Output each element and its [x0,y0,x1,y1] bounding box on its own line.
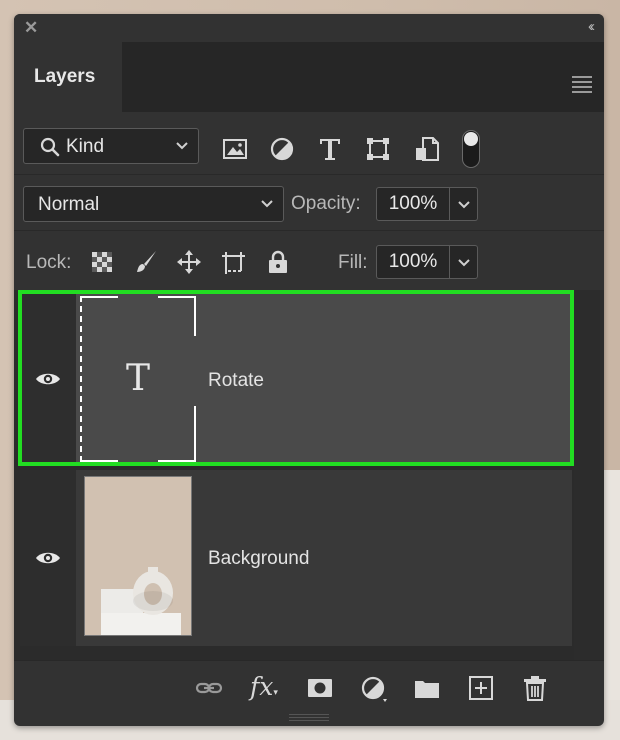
chevron-down-icon [458,259,470,267]
chevron-down-icon [261,200,273,208]
layer-visibility-toggle[interactable] [20,292,76,466]
blend-mode-label: Normal [38,194,100,215]
eye-icon [36,552,60,564]
blend-row: Normal Opacity: 100% [14,174,604,231]
vase-image [85,477,191,635]
resize-grip[interactable] [289,714,329,722]
lock-artboard-icon[interactable] [221,249,247,275]
background-layer-thumbnail [84,476,192,636]
link-layers-icon[interactable] [194,673,224,703]
type-layer-icon: T [125,358,150,399]
eye-icon [36,373,60,385]
lock-transparent-icon[interactable] [89,249,115,275]
lock-position-icon[interactable] [176,249,202,275]
text-layer-thumbnail: T [80,296,196,462]
lock-image-icon[interactable] [134,249,160,275]
layer-name[interactable]: Rotate [208,370,264,392]
layers-panel: ✕ ‹‹ Layers Kind Normal Opacity: 100% Lo… [14,14,604,726]
image-filter-icon[interactable] [222,136,248,162]
layer-list-scrollbar[interactable] [574,290,604,676]
tab-layers[interactable]: Layers [14,42,122,112]
type-filter-icon[interactable] [317,136,343,162]
fill-dropdown[interactable] [450,245,478,279]
fx-icon[interactable]: fx▾ [250,673,286,703]
hamburger-icon[interactable] [572,76,592,96]
shape-filter-icon[interactable] [365,136,391,162]
fill-field[interactable]: 100% [376,245,450,279]
layer-list: T Rotate Background [14,290,604,676]
blend-mode-dropdown[interactable]: Normal [23,186,284,222]
lock-row: Lock: Fill: 100% [14,230,604,291]
adjustment-filter-icon[interactable] [269,136,295,162]
chevron-down-icon [176,142,188,150]
opacity-label: Opacity: [291,193,361,214]
lock-all-icon[interactable] [265,249,291,275]
filter-toggle[interactable] [462,130,480,168]
add-mask-icon[interactable] [305,673,335,703]
close-panel-icon[interactable]: ✕ [24,18,38,38]
opacity-field[interactable]: 100% [376,187,450,221]
layer-visibility-toggle[interactable] [20,470,76,646]
collapse-panel-icon[interactable]: ‹‹ [588,18,595,35]
lock-label: Lock: [26,252,72,273]
smart-object-filter-icon[interactable] [414,136,440,162]
adjustment-layer-icon[interactable] [358,673,388,703]
new-layer-icon[interactable] [466,673,496,703]
delete-icon[interactable] [520,673,550,703]
new-group-icon[interactable] [412,673,442,703]
fill-label: Fill: [338,252,368,273]
layer-row-rotate[interactable]: T Rotate [20,292,572,466]
kind-filter-label: Kind [66,136,105,157]
kind-filter-dropdown[interactable]: Kind [23,128,199,164]
layer-row-background[interactable]: Background [20,470,572,646]
opacity-dropdown[interactable] [450,187,478,221]
panel-tab-strip: Layers [14,42,604,112]
chevron-down-icon [458,201,470,209]
panel-titlebar: ✕ ‹‹ [14,14,604,42]
search-icon [40,137,60,157]
filter-row: Kind [14,112,604,174]
layers-footer-toolbar: fx▾ [14,660,604,717]
fx-label: fx [250,672,274,701]
layer-name[interactable]: Background [208,548,309,570]
